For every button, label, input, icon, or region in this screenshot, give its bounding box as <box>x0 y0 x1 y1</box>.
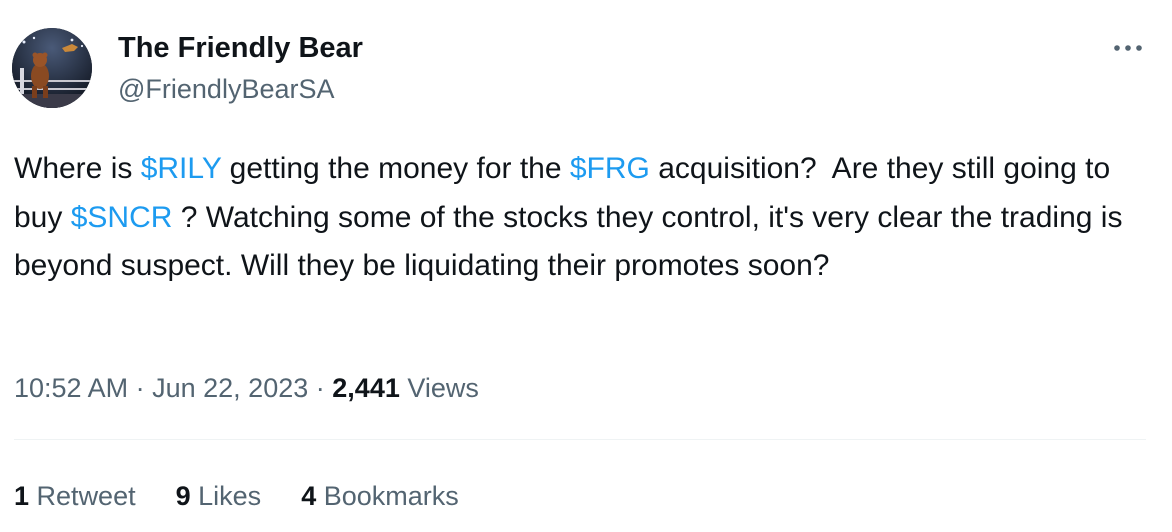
tweet-time[interactable]: 10:52 AM <box>14 373 128 403</box>
tweet-card: The Friendly Bear @FriendlyBearSA Where … <box>0 0 1172 532</box>
likes-stat[interactable]: 9 Likes <box>176 476 262 516</box>
stat-count: 4 <box>301 481 317 511</box>
tweet-text-segment: getting the money for the <box>221 152 570 185</box>
tweet-date[interactable]: Jun 22, 2023 <box>152 373 308 403</box>
views-label: Views <box>407 373 479 403</box>
author-name[interactable]: The Friendly Bear <box>118 30 363 66</box>
views-count: 2,441 <box>332 373 400 403</box>
cashtag-link[interactable]: $FRG <box>570 152 650 185</box>
retweets-stat[interactable]: 1 Retweet <box>14 476 136 516</box>
tweet-text: Where is $RILY getting the money for the… <box>14 145 1164 291</box>
stat-count: 9 <box>175 481 191 511</box>
stat-label: Likes <box>198 481 262 511</box>
stat-count: 1 <box>14 481 30 511</box>
tweet-text-segment: Where is <box>14 152 141 185</box>
tweet-meta: 10:52 AM · Jun 22, 2023 · 2,441 Views <box>14 368 479 408</box>
meta-separator: · <box>315 373 325 403</box>
stat-label: Retweet <box>36 481 136 511</box>
author-handle[interactable]: @FriendlyBearSA <box>118 72 335 106</box>
avatar[interactable] <box>12 28 92 108</box>
avatar-image <box>12 28 92 108</box>
divider <box>14 439 1146 440</box>
cashtag-link[interactable]: $RILY <box>141 152 222 185</box>
cashtag-link[interactable]: $SNCR <box>71 201 173 234</box>
meta-separator: · <box>135 373 145 403</box>
more-options-button[interactable] <box>1108 34 1148 62</box>
stat-label: Bookmarks <box>323 481 459 511</box>
bookmarks-stat[interactable]: 4 Bookmarks <box>301 476 459 516</box>
more-horizontal-icon <box>1114 45 1142 51</box>
engagement-stats: 1 Retweet 9 Likes 4 Bookmarks <box>14 476 499 516</box>
tweet-text-segment: ? Watching some of the stocks they contr… <box>14 200 1131 283</box>
